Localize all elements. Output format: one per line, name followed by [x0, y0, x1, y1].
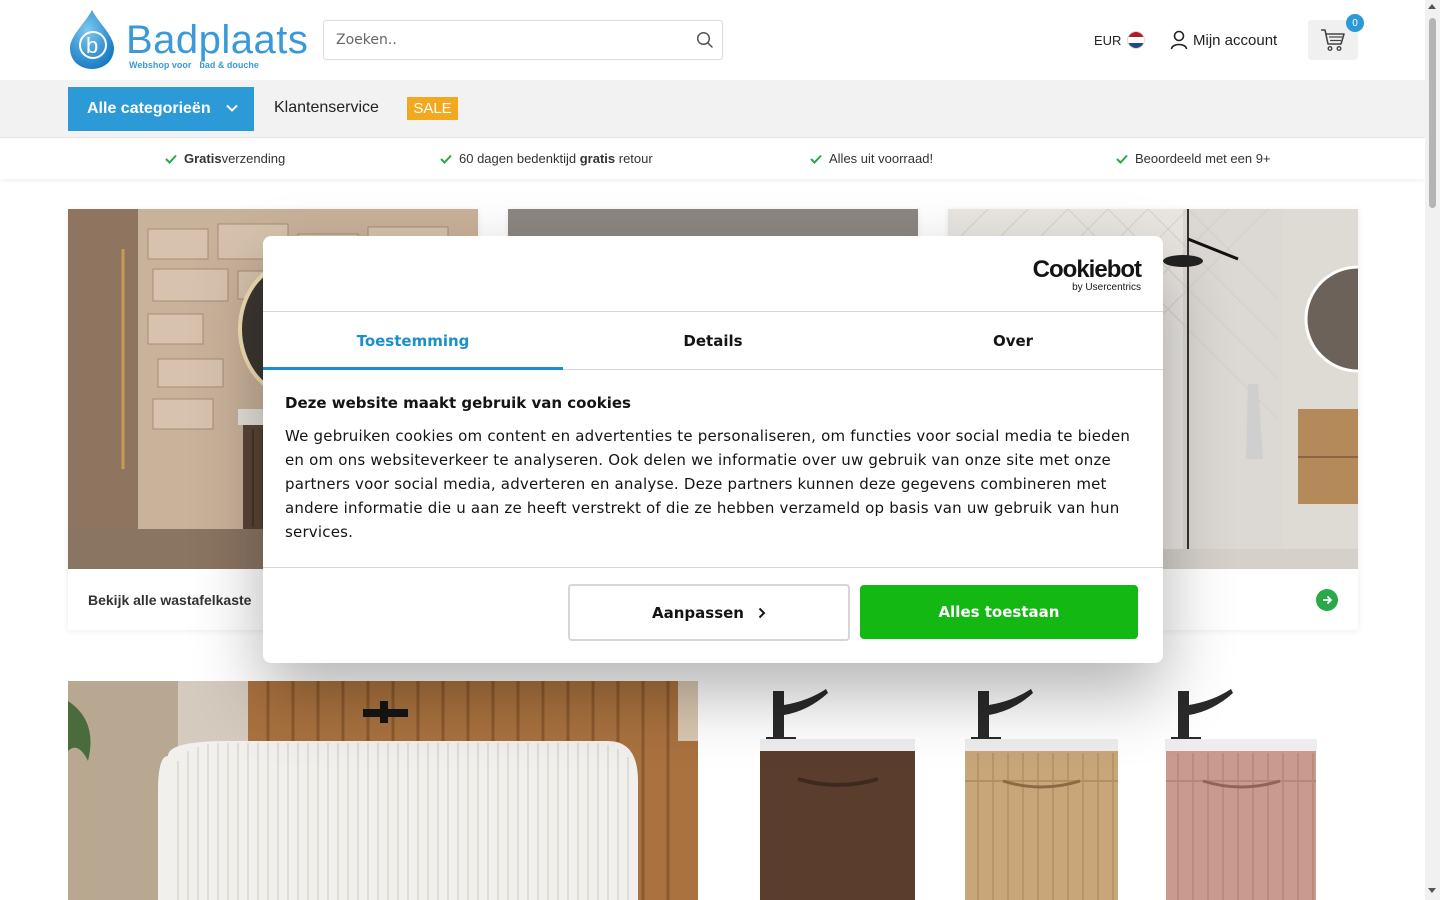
freestanding-bath-banner[interactable]	[68, 681, 698, 900]
cookiebot-logo[interactable]: Cookiebot by Usercentrics	[1032, 256, 1142, 294]
check-icon	[165, 154, 177, 164]
dialog-footer: Aanpassen Alles toestaan	[263, 567, 1163, 663]
logo-wordmark: Badplaats	[126, 18, 309, 62]
usp-text: 60 dagen bedenktijd	[459, 151, 580, 166]
logo-tagline: Webshop voor bad & douche	[129, 60, 259, 70]
washbasin-cabinets-banner[interactable]	[718, 681, 1358, 900]
usp-text: Alles uit voorraad!	[829, 151, 934, 166]
usp-text-after: retour	[615, 151, 653, 166]
arrow-right-icon[interactable]	[1316, 589, 1338, 611]
usp-free-shipping: Gratis verzending	[165, 151, 285, 166]
water-drop-logo-icon: b	[70, 10, 114, 69]
tab-over[interactable]: Over	[863, 312, 1163, 369]
check-icon	[440, 154, 452, 164]
netherlands-flag-icon	[1127, 31, 1146, 49]
customer-service-link[interactable]: Klantenservice	[274, 99, 379, 117]
currency-label: EUR	[1094, 32, 1122, 48]
usp-bold: Gratis	[184, 151, 222, 166]
dialog-tabs: Toestemming Details Over	[263, 312, 1163, 370]
search-box	[323, 20, 723, 60]
customize-button[interactable]: Aanpassen	[568, 584, 850, 641]
dialog-body: Deze website maakt gebruik van cookies W…	[285, 394, 1141, 544]
search-input[interactable]	[324, 21, 684, 59]
scroll-up-arrow-icon[interactable]	[1428, 4, 1436, 9]
user-icon	[1170, 30, 1188, 50]
all-categories-label: Alle categorieën	[87, 100, 211, 117]
dialog-description: We gebruiken cookies om content en adver…	[285, 427, 1131, 541]
dialog-title: Deze website maakt gebruik van cookies	[285, 394, 631, 412]
svg-text:b: b	[86, 33, 98, 58]
usp-text: verzending	[221, 151, 286, 166]
card-label: Bekijk alle wastafelkaste	[88, 591, 252, 608]
dialog-header: Cookiebot by Usercentrics	[263, 236, 1163, 312]
usp-in-stock: Alles uit voorraad!	[810, 151, 933, 166]
cart-count-badge: 0	[1346, 14, 1364, 32]
tab-toestemming[interactable]: Toestemming	[263, 312, 563, 370]
all-categories-button[interactable]: Alle categorieën	[68, 87, 254, 131]
cookiebot-wordmark: Cookiebot	[1032, 256, 1142, 283]
scrollbar-thumb[interactable]	[1429, 18, 1436, 208]
chevron-right-icon	[758, 607, 766, 618]
chevron-down-icon	[226, 104, 238, 112]
account-label: Mijn account	[1193, 31, 1278, 49]
usp-return: 60 dagen bedenktijd gratis retour	[440, 151, 653, 166]
tab-details[interactable]: Details	[563, 312, 863, 369]
currency-selector[interactable]: EUR	[1094, 30, 1146, 50]
usp-bold: gratis	[579, 151, 616, 166]
sale-link[interactable]: SALE	[407, 97, 458, 120]
usp-text: Beoordeeld met een 9+	[1135, 151, 1271, 166]
usp-bar: Gratis verzending 60 dagen bedenktijd gr…	[0, 139, 1425, 179]
allow-all-button[interactable]: Alles toestaan	[860, 585, 1138, 639]
page-scrollbar[interactable]	[1425, 0, 1440, 900]
usp-rating: Beoordeeld met een 9+	[1116, 151, 1271, 166]
badplaats-logo[interactable]: b Badplaats Webshop voor bad & douche	[66, 8, 308, 72]
cookie-consent-dialog: Cookiebot by Usercentrics Toestemming De…	[263, 236, 1163, 663]
search-icon[interactable]	[696, 31, 714, 49]
scroll-down-arrow-icon[interactable]	[1428, 888, 1436, 893]
check-icon	[810, 154, 822, 164]
check-icon	[1116, 154, 1128, 164]
main-navigation: Alle categorieën Klantenservice SALE	[0, 80, 1425, 138]
shopping-cart-icon	[1321, 29, 1345, 52]
account-link[interactable]: Mijn account	[1170, 28, 1277, 52]
customize-label: Aanpassen	[652, 603, 744, 622]
site-header: b Badplaats Webshop voorbad & douche EUR…	[0, 0, 1425, 80]
cookiebot-byline: by Usercentrics	[1072, 282, 1141, 293]
